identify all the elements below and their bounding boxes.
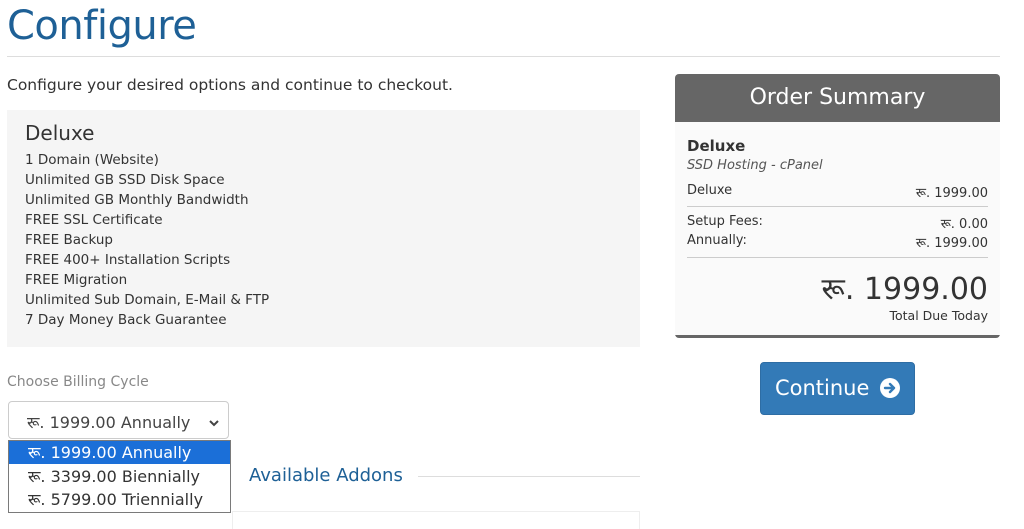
chevron-down-icon <box>208 414 220 433</box>
order-summary-body: Deluxe SSD Hosting - cPanel Deluxe रू. 1… <box>675 122 1000 335</box>
billing-cycle-label: Choose Billing Cycle <box>7 374 149 390</box>
billing-cycle-summary-value: रू. 1999.00 <box>915 236 988 251</box>
page-title: Configure <box>7 3 197 49</box>
feature-item: Unlimited Sub Domain, E-Mail & FTP <box>25 292 270 308</box>
arrow-circle-right-icon <box>880 378 901 398</box>
available-addons-heading: Available Addons <box>249 465 403 486</box>
addons-divider <box>418 476 640 477</box>
summary-product-name: Deluxe <box>687 137 746 155</box>
summary-setup-fees: Setup Fees: रू. 0.00 <box>687 214 988 232</box>
feature-item: FREE SSL Certificate <box>25 212 163 228</box>
order-summary-panel: Order Summary Deluxe SSD Hosting - cPane… <box>675 74 1000 338</box>
feature-item: 7 Day Money Back Guarantee <box>25 312 227 328</box>
feature-item: Unlimited GB SSD Disk Space <box>25 172 225 188</box>
summary-divider <box>687 206 988 207</box>
summary-line-item: Deluxe रू. 1999.00 <box>687 183 988 201</box>
line-item-price: रू. 1999.00 <box>915 186 988 201</box>
line-item-label: Deluxe <box>687 183 733 198</box>
addons-panel <box>232 511 640 529</box>
product-name: Deluxe <box>25 121 95 145</box>
summary-product-group: SSD Hosting - cPanel <box>687 158 823 173</box>
feature-item: FREE Backup <box>25 232 113 248</box>
feature-item: FREE 400+ Installation Scripts <box>25 252 231 268</box>
feature-item: 1 Domain (Website) <box>25 152 159 168</box>
billing-option-annually[interactable]: रू. 1999.00 Annually <box>9 441 230 464</box>
billing-option-triennially[interactable]: रू. 5799.00 Triennially <box>9 488 230 511</box>
continue-button[interactable]: Continue <box>760 362 915 415</box>
billing-option-biennially[interactable]: रू. 3399.00 Biennially <box>9 465 230 488</box>
product-features-list: 1 Domain (Website) Unlimited GB SSD Disk… <box>25 150 269 330</box>
summary-billing-cycle: Annually: रू. 1999.00 <box>687 233 988 251</box>
total-due-amount: रू. 1999.00 <box>821 272 988 307</box>
billing-cycle-select[interactable]: रू. 1999.00 Annually <box>8 401 229 439</box>
billing-cycle-summary-label: Annually: <box>687 233 747 248</box>
setup-fees-label: Setup Fees: <box>687 214 763 229</box>
feature-item: Unlimited GB Monthly Bandwidth <box>25 192 249 208</box>
summary-divider <box>687 257 988 258</box>
billing-cycle-dropdown: रू. 1999.00 Annually रू. 3399.00 Biennia… <box>8 440 231 513</box>
intro-text: Configure your desired options and conti… <box>7 76 453 94</box>
setup-fees-value: रू. 0.00 <box>940 217 988 232</box>
total-due-label: Total Due Today <box>889 308 988 323</box>
continue-button-label: Continue <box>774 376 870 400</box>
order-summary-header: Order Summary <box>675 74 1000 122</box>
billing-cycle-selected-value: रू. 1999.00 Annually <box>27 413 191 432</box>
title-divider <box>7 56 1000 57</box>
feature-item: FREE Migration <box>25 272 128 288</box>
product-info-panel: Deluxe 1 Domain (Website) Unlimited GB S… <box>7 110 640 347</box>
